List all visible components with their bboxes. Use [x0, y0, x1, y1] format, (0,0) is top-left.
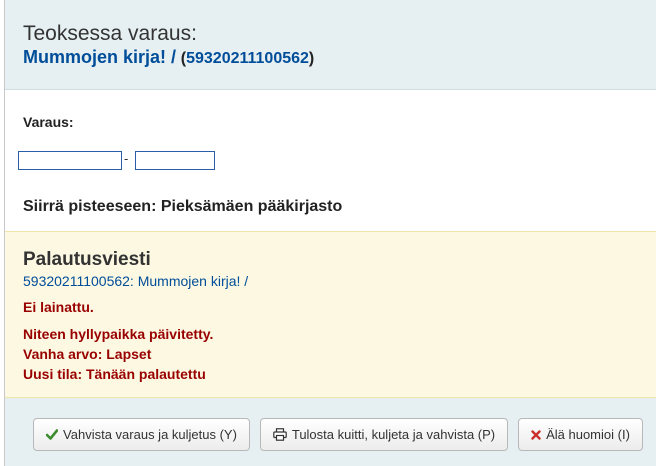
transfer-destination: Siirrä pisteeseen: Pieksämäen pääkirjast… — [23, 198, 343, 215]
modal-title: Teoksessa varaus: — [23, 22, 197, 45]
barcode-link[interactable]: 59320211100562 — [186, 50, 309, 67]
message-location-updated: Niteen hyllypaikka päivitetty. — [23, 326, 214, 342]
print-transfer-confirm-button[interactable]: Tulosta kuitti, kuljeta ja vahvista (P) — [260, 418, 508, 451]
hold-found-modal: Teoksessa varaus: Mummojen kirja! / (593… — [4, 0, 656, 466]
confirm-hold-transfer-label: Vahvista varaus ja kuljetus (Y) — [63, 427, 237, 442]
confirm-hold-transfer-button[interactable]: Vahvista varaus ja kuljetus (Y) — [33, 418, 250, 451]
ignore-button[interactable]: Älä huomioi (I) — [518, 418, 643, 451]
close-paren: ) — [308, 50, 315, 67]
message-not-checked-out: Ei lainattu. — [23, 299, 94, 315]
print-transfer-confirm-label: Tulosta kuitti, kuljeta ja vahvista (P) — [291, 427, 496, 442]
date-separator: - — [124, 151, 129, 166]
close-icon — [531, 429, 541, 440]
check-icon — [46, 429, 59, 440]
book-title-link[interactable]: Mummojen kirja! / — [23, 47, 176, 67]
print-icon — [273, 428, 287, 441]
return-message-panel: Palautusviesti 59320211100562: Mummojen … — [5, 231, 656, 398]
ignore-label: Älä huomioi (I) — [546, 427, 630, 442]
hold-details: Varaus: - Siirrä pisteeseen: Pieksämäen … — [5, 90, 656, 231]
hold-date-from-input[interactable] — [18, 151, 122, 170]
return-message-title: Palautusviesti — [23, 249, 151, 270]
returned-item-link[interactable]: 59320211100562: Mummojen kirja! / — [23, 273, 248, 289]
hold-date-to-input[interactable] — [135, 151, 215, 170]
hold-item-heading: Mummojen kirja! / (59320211100562) — [23, 47, 314, 68]
message-old-value: Vanha arvo: Lapset — [23, 346, 152, 362]
modal-footer: Vahvista varaus ja kuljetus (Y) Tulosta … — [5, 398, 656, 466]
hold-label: Varaus: — [23, 114, 74, 130]
message-new-status: Uusi tila: Tänään palautettu — [23, 366, 206, 382]
modal-header: Teoksessa varaus: Mummojen kirja! / (593… — [5, 0, 656, 90]
